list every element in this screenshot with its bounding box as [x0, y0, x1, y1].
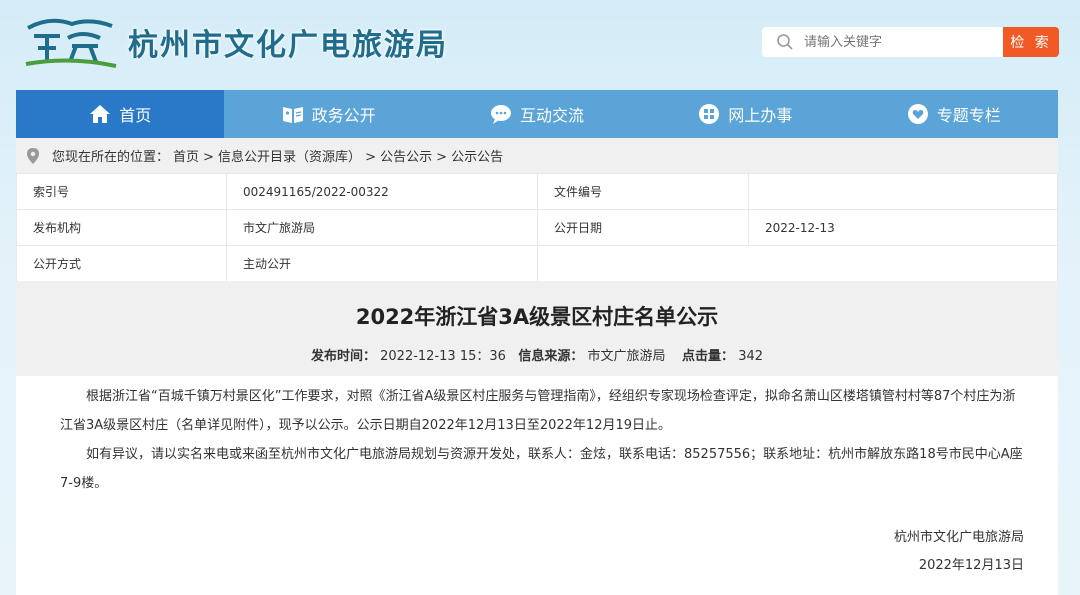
chat-icon [490, 105, 511, 124]
publish-label: 发布时间： [310, 349, 376, 364]
table-row: 公开方式 主动公开 [16, 245, 1058, 282]
article-header: 2022年浙江省3A级景区村庄名单公示 发布时间： 2022-12-13 15：… [16, 281, 1058, 376]
sign-org: 杭州市文化广电旅游局 [893, 530, 1024, 545]
site-title: 杭州市文化广电旅游局 [128, 28, 448, 63]
search-box [762, 27, 1004, 57]
location-pin-icon [27, 147, 39, 164]
search-input[interactable] [804, 34, 994, 50]
article-body: 根据浙江省“百城千镇万村景区化”工作要求，对照《浙江省A级景区村庄服务与管理指南… [16, 376, 1058, 595]
breadcrumb-item[interactable]: > 公示公告 [436, 146, 503, 165]
signature-block: 杭州市文化广电旅游局 2022年12月13日 [894, 524, 1024, 580]
grid-icon [699, 104, 720, 124]
paragraph: 根据浙江省“百城千镇万村景区化”工作要求，对照《浙江省A级景区村庄服务与管理指南… [60, 389, 1016, 433]
card-icon [282, 107, 303, 123]
nav-item-online-service[interactable]: 网上办事 [641, 90, 849, 138]
search-button[interactable]: 检 索 [1003, 27, 1059, 57]
date-value: 2022-12-13 [748, 209, 1058, 246]
table-row: 索引号 002491165/2022-00322 文件编号 [16, 173, 1058, 210]
table-row: 发布机构 市文广旅游局 公开日期 2022-12-13 [16, 209, 1058, 246]
hits-label: 点击量： [682, 349, 735, 364]
breadcrumb: 您现在所在的位置： 首页 > 信息公开目录（资源库） > 公告公示 > 公示公告 [16, 138, 1058, 173]
sign-date: 2022年12月13日 [918, 558, 1024, 573]
mode-value: 主动公开 [226, 245, 538, 282]
nav-item-label: 互动交流 [519, 106, 584, 125]
source-label: 信息来源： [518, 349, 584, 364]
paragraph: 如有异议，请以实名来电或来函至杭州市文化广电旅游局规划与资源开发处，联系人：金炫… [60, 447, 1023, 491]
main-nav: 首页 政务公开 互动交流 网上办事 专题专栏 [16, 90, 1058, 138]
org-value: 市文广旅游局 [226, 209, 538, 246]
publish-time: 2022-12-13 15：36 [380, 349, 506, 364]
org-label: 发布机构 [16, 209, 227, 246]
breadcrumb-item[interactable]: > 信息公开目录（资源库） [203, 146, 361, 165]
doc-no-value [748, 173, 1058, 210]
logo-icon[interactable] [20, 14, 120, 70]
index-value: 002491165/2022-00322 [226, 173, 538, 210]
breadcrumb-item[interactable]: 首页 [173, 146, 199, 165]
article-info: 发布时间： 2022-12-13 15：36 信息来源： 市文广旅游局 点击量：… [16, 345, 1058, 364]
breadcrumb-item[interactable]: > 公告公示 [365, 146, 432, 165]
nav-item-interaction[interactable]: 互动交流 [433, 90, 641, 138]
nav-item-special-topics[interactable]: 专题专栏 [850, 90, 1058, 138]
empty-cell [537, 245, 1058, 282]
nav-item-label: 首页 [119, 106, 152, 125]
nav-item-gov-open[interactable]: 政务公开 [224, 90, 432, 138]
mode-label: 公开方式 [16, 245, 227, 282]
nav-item-label: 专题专栏 [936, 106, 1001, 125]
heart-icon [907, 104, 928, 124]
home-icon [90, 105, 111, 123]
hits-value: 342 [738, 349, 764, 364]
doc-meta-table: 索引号 002491165/2022-00322 文件编号 发布机构 市文广旅游… [16, 173, 1058, 282]
nav-item-label: 网上办事 [728, 106, 793, 125]
search-icon [777, 34, 793, 50]
source-value: 市文广旅游局 [587, 349, 666, 364]
nav-item-home[interactable]: 首页 [16, 90, 225, 138]
index-label: 索引号 [16, 173, 227, 210]
breadcrumb-prefix: 您现在所在的位置： [52, 150, 170, 165]
doc-no-label: 文件编号 [537, 173, 749, 210]
page-title: 2022年浙江省3A级景区村庄名单公示 [355, 305, 719, 329]
date-label: 公开日期 [537, 209, 749, 246]
site-header: 杭州市文化广电旅游局 检 索 [0, 0, 1080, 88]
nav-item-label: 政务公开 [311, 106, 376, 125]
